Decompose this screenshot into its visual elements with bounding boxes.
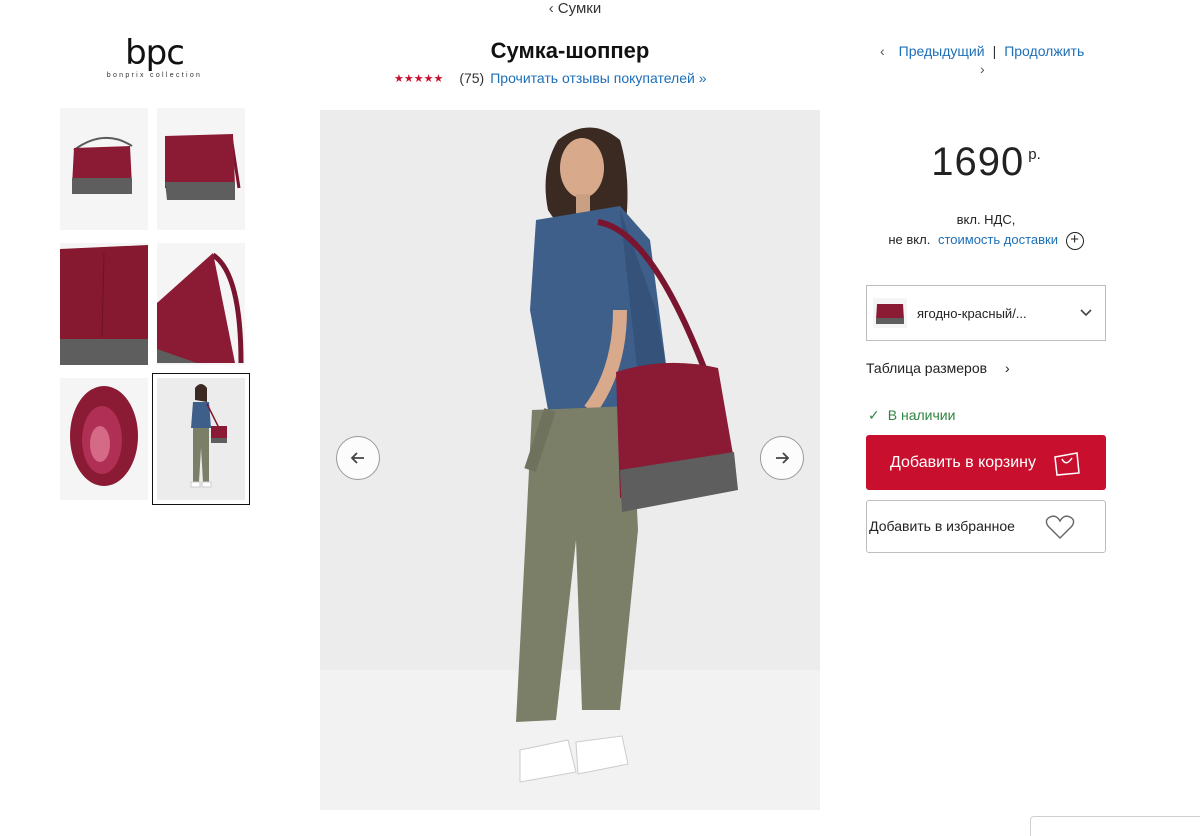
breadcrumb-label: Сумки — [557, 0, 602, 17]
chevron-down-icon — [1080, 309, 1092, 317]
chevron-left-icon: ‹ — [548, 0, 554, 17]
chevron-right-icon[interactable]: › — [980, 61, 985, 77]
next-image-button[interactable] — [760, 436, 804, 480]
floating-widget[interactable] — [1030, 816, 1200, 836]
bag-front-image — [60, 108, 148, 230]
breadcrumb[interactable]: ‹ Сумки — [0, 0, 1150, 17]
shipping-prefix: не вкл. — [888, 232, 931, 247]
bag-strap-image — [157, 243, 245, 365]
add-to-wishlist-label: Добавить в избранное — [869, 518, 1015, 534]
chevron-left-icon: ‹ — [880, 43, 885, 59]
model-with-bag-image — [320, 110, 820, 810]
vat-info: вкл. НДС, не вкл. стоимость доставки + — [866, 210, 1106, 250]
color-select-value: ягодно-красный/... — [917, 305, 1027, 321]
product-navigation: ‹ Предыдущий | Продолжить › — [880, 43, 1084, 77]
color-swatch-image — [873, 298, 907, 328]
add-to-cart-button[interactable]: Добавить в корзину — [866, 435, 1106, 490]
model-image — [157, 378, 245, 500]
bag-detail-image — [60, 243, 148, 365]
price-currency: р. — [1028, 146, 1041, 163]
prev-image-button[interactable] — [336, 436, 380, 480]
vat-label: вкл. НДС, — [956, 212, 1016, 227]
logo-subtext: bonprix collection — [106, 72, 203, 79]
brand-logo[interactable]: bpc bonprix collection — [92, 34, 217, 80]
arrow-right-icon — [776, 452, 790, 464]
logo-text: bpc — [125, 33, 185, 73]
stock-status: ✓ В наличии — [868, 407, 955, 424]
price-value: 1690 — [931, 140, 1025, 184]
chevron-right-icon: › — [1004, 360, 1010, 376]
bag-interior-image — [60, 378, 148, 500]
add-to-wishlist-button[interactable]: Добавить в избранное — [866, 500, 1106, 553]
product-title: Сумка-шоппер — [490, 38, 650, 63]
price-block: 1690 р. — [866, 140, 1106, 185]
checkmark-icon: ✓ — [868, 407, 880, 423]
size-table-link[interactable]: Таблица размеров › — [866, 360, 1010, 376]
rating-count: (75) — [459, 70, 485, 86]
plus-circle-icon[interactable]: + — [1065, 231, 1084, 250]
nav-separator: | — [992, 43, 997, 59]
add-to-cart-label: Добавить в корзину — [889, 453, 1036, 471]
next-product-link[interactable]: Продолжить — [1004, 43, 1084, 59]
thumbnail-1[interactable] — [60, 108, 148, 230]
main-product-image — [320, 110, 820, 810]
arrow-left-icon — [350, 452, 364, 464]
shopping-bag-icon — [1054, 451, 1080, 476]
thumbnail-5[interactable] — [60, 378, 148, 500]
size-table-label: Таблица размеров — [866, 360, 988, 376]
thumbnail-2[interactable] — [157, 108, 245, 230]
heart-icon — [1045, 514, 1075, 539]
thumbnail-6-selected[interactable] — [152, 373, 250, 505]
shipping-cost-link[interactable]: стоимость доставки — [938, 232, 1058, 247]
thumbnail-3[interactable] — [60, 243, 148, 365]
reviews-link[interactable]: Прочитать отзывы покупателей » — [490, 70, 706, 86]
thumbnail-4[interactable] — [157, 243, 245, 365]
stock-label: В наличии — [887, 407, 956, 423]
rating-row: ★★★★★ (75) Прочитать отзывы покупателей … — [394, 70, 707, 86]
prev-product-link[interactable]: Предыдущий — [899, 43, 985, 59]
bag-side-image — [157, 108, 245, 230]
rating-stars-icon: ★★★★★ — [394, 72, 444, 85]
color-select[interactable]: ягодно-красный/... — [866, 285, 1106, 341]
